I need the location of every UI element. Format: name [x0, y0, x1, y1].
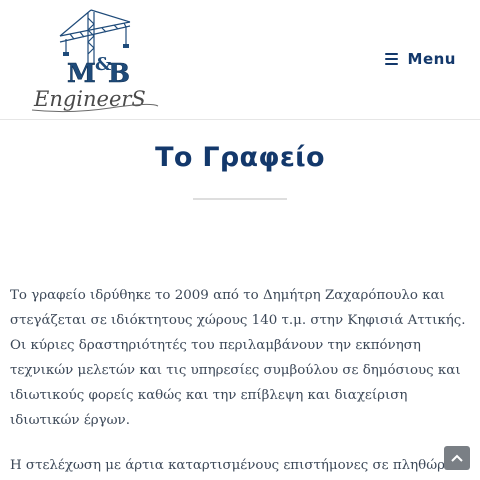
menu-label: Menu [407, 50, 456, 68]
svg-text:EngineerS: EngineerS [33, 87, 146, 111]
page-content: Το γραφείο ιδρύθηκε το 2009 από το Δημήτ… [10, 283, 472, 478]
svg-text:M: M [67, 59, 96, 89]
site-header: M & B EngineerS Menu [0, 0, 480, 120]
intro-paragraph: Το γραφείο ιδρύθηκε το 2009 από το Δημήτ… [10, 288, 466, 428]
menu-button[interactable]: Menu [384, 50, 456, 68]
title-divider [193, 198, 287, 200]
crane-logo-icon: M & B EngineerS [31, 9, 159, 113]
chevron-up-icon [451, 454, 463, 462]
scroll-to-top-button[interactable] [444, 446, 470, 470]
svg-text:B: B [108, 59, 130, 89]
hamburger-icon [384, 53, 398, 65]
page-title: Το Γραφείο [155, 142, 325, 173]
staff-paragraph: Η στελέχωση με άρτια καταρτισμένους επισ… [10, 458, 455, 473]
site-logo[interactable]: M & B EngineerS [30, 6, 162, 114]
